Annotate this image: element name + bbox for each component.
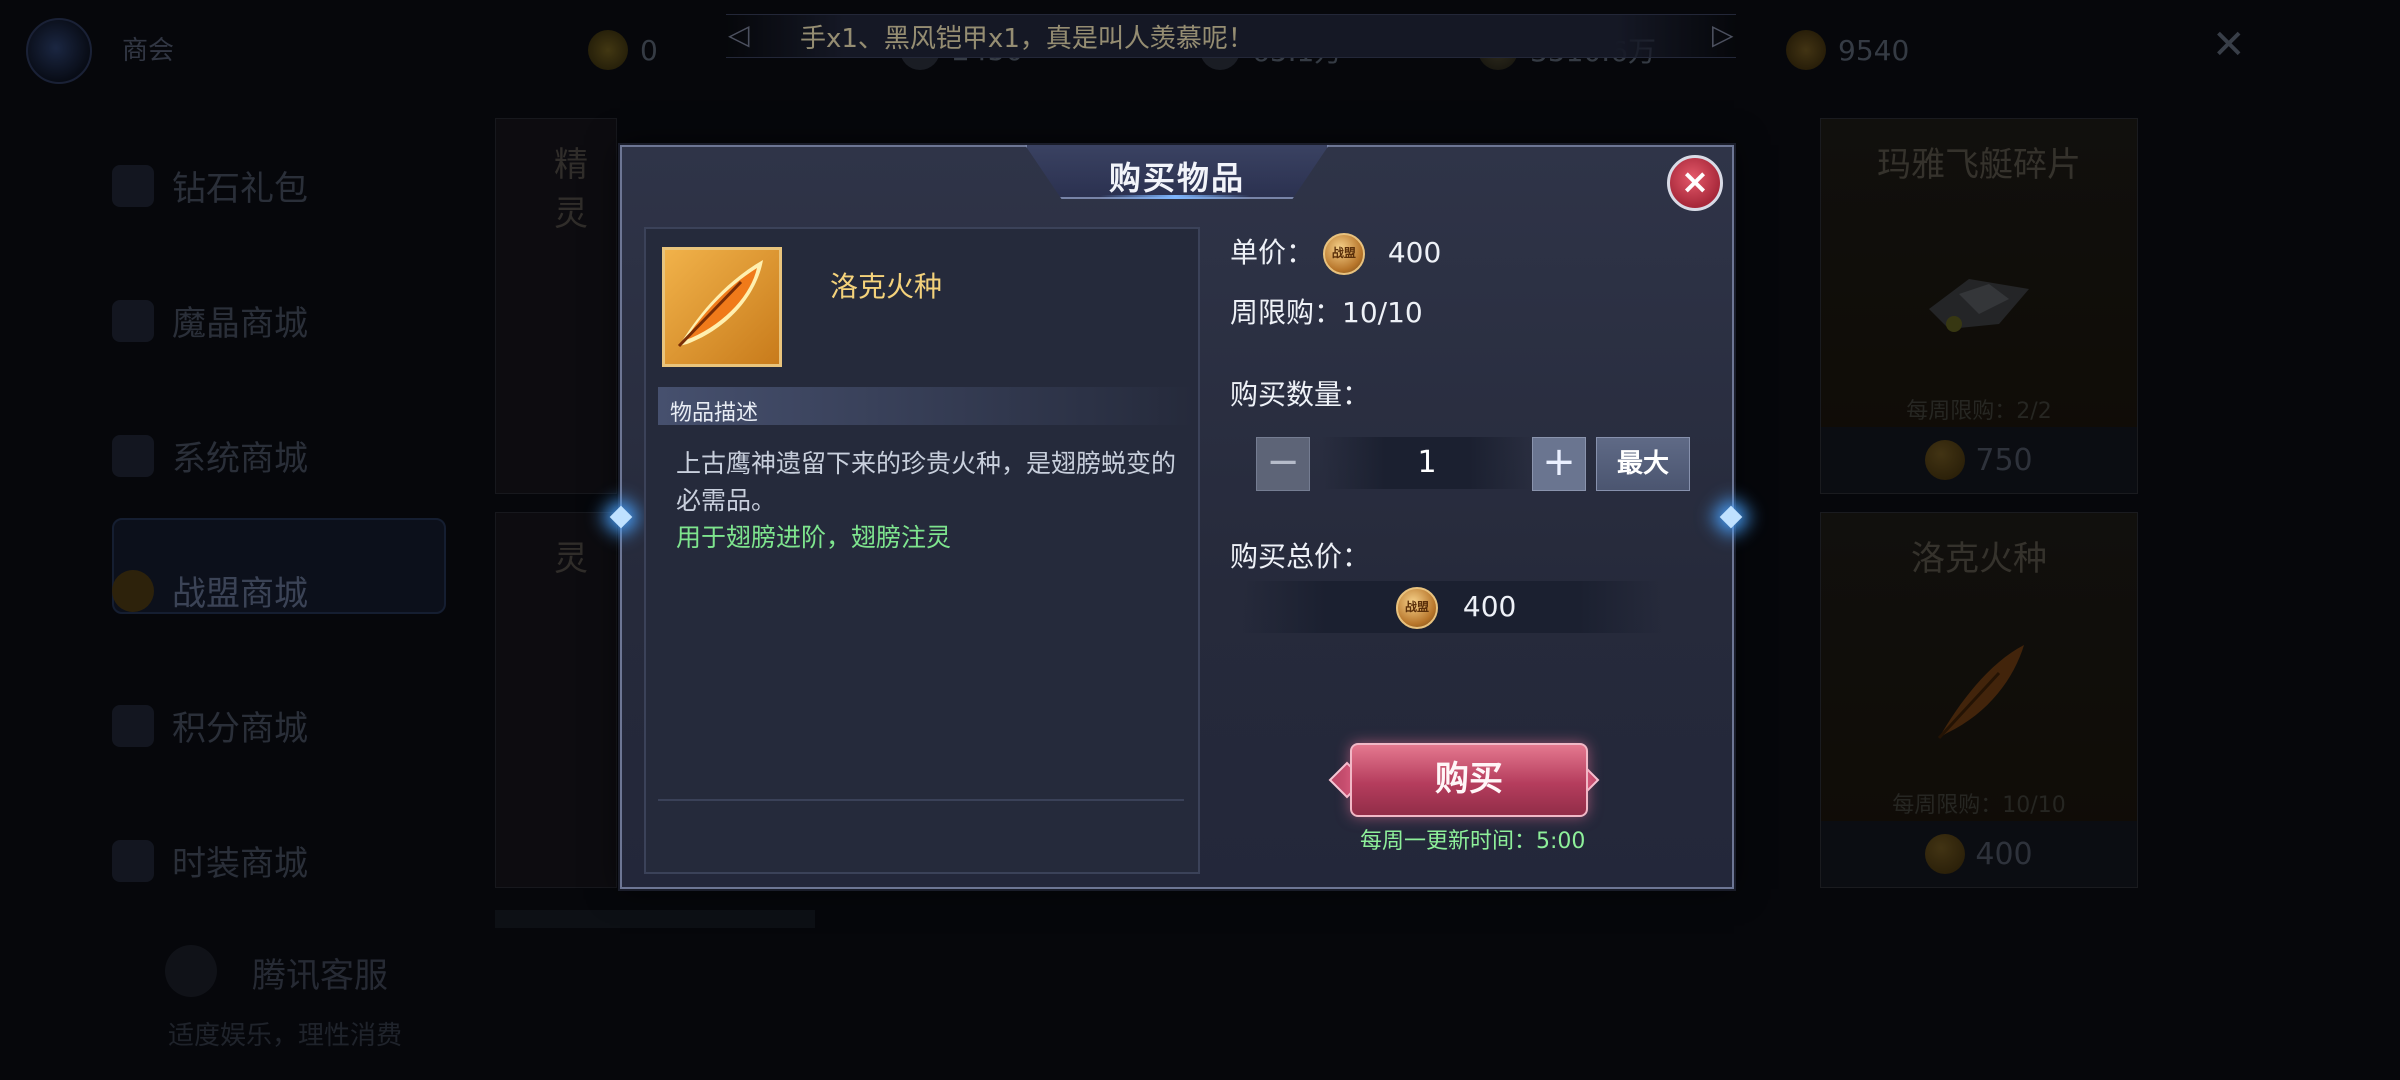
max-quantity-button[interactable]: 最大 xyxy=(1596,437,1690,491)
unit-price-label: 单价： xyxy=(1230,236,1315,269)
item-description: 上古鹰神遗留下来的珍贵火种，是翅膀蜕变的必需品。 xyxy=(676,449,1177,515)
close-button[interactable]: × xyxy=(1667,155,1723,211)
item-name: 洛克火种 xyxy=(830,270,943,303)
quantity-label: 购买数量： xyxy=(1230,378,1371,411)
item-usage: 用于翅膀进阶，翅膀注灵 xyxy=(676,523,952,552)
title-glow xyxy=(1100,195,1250,199)
item-icon-frame xyxy=(662,247,782,367)
description-header: 物品描述 xyxy=(658,387,1194,426)
divider xyxy=(658,799,1184,801)
dialog-title: 购买物品 xyxy=(1108,159,1245,197)
total-price-value: 400 xyxy=(1462,590,1517,623)
title-plate: 购买物品 xyxy=(1025,145,1329,199)
weekly-limit-value: 10/10 xyxy=(1342,296,1423,329)
total-price-row: 战盟 400 xyxy=(1396,587,1516,629)
item-info-panel: 洛克火种 物品描述 上古鹰神遗留下来的珍贵火种，是翅膀蜕变的必需品。 用于翅膀进… xyxy=(644,227,1200,874)
weekly-limit-label: 周限购： xyxy=(1230,296,1343,329)
increase-quantity-button[interactable]: + xyxy=(1532,437,1586,491)
purchase-dialog: 购买物品 × 洛克火种 物品描述 上古鹰神遗留下来的珍贵火种，是翅膀蜕变的必需品… xyxy=(609,145,1743,889)
refresh-label: 每周一更新时间： xyxy=(1360,829,1537,854)
buy-button[interactable]: 购买 xyxy=(1350,743,1588,817)
quantity-input[interactable]: 1 xyxy=(1322,437,1532,489)
refresh-time: 5:00 xyxy=(1536,829,1586,854)
decrease-quantity-button[interactable]: − xyxy=(1256,437,1310,491)
feather-icon xyxy=(677,260,763,348)
weekly-limit-row: 周限购：10/10 xyxy=(1230,291,1423,331)
unit-price-value: 400 xyxy=(1387,236,1442,269)
alliance-coin-icon: 战盟 xyxy=(1322,233,1365,275)
total-price-label: 购买总价： xyxy=(1230,540,1371,573)
weekly-refresh-info: 每周一更新时间：5:00 xyxy=(1360,823,1585,855)
unit-price-row: 单价： 战盟 400 xyxy=(1230,231,1441,275)
description-header-label: 物品描述 xyxy=(670,401,759,426)
alliance-coin-icon: 战盟 xyxy=(1396,587,1438,629)
